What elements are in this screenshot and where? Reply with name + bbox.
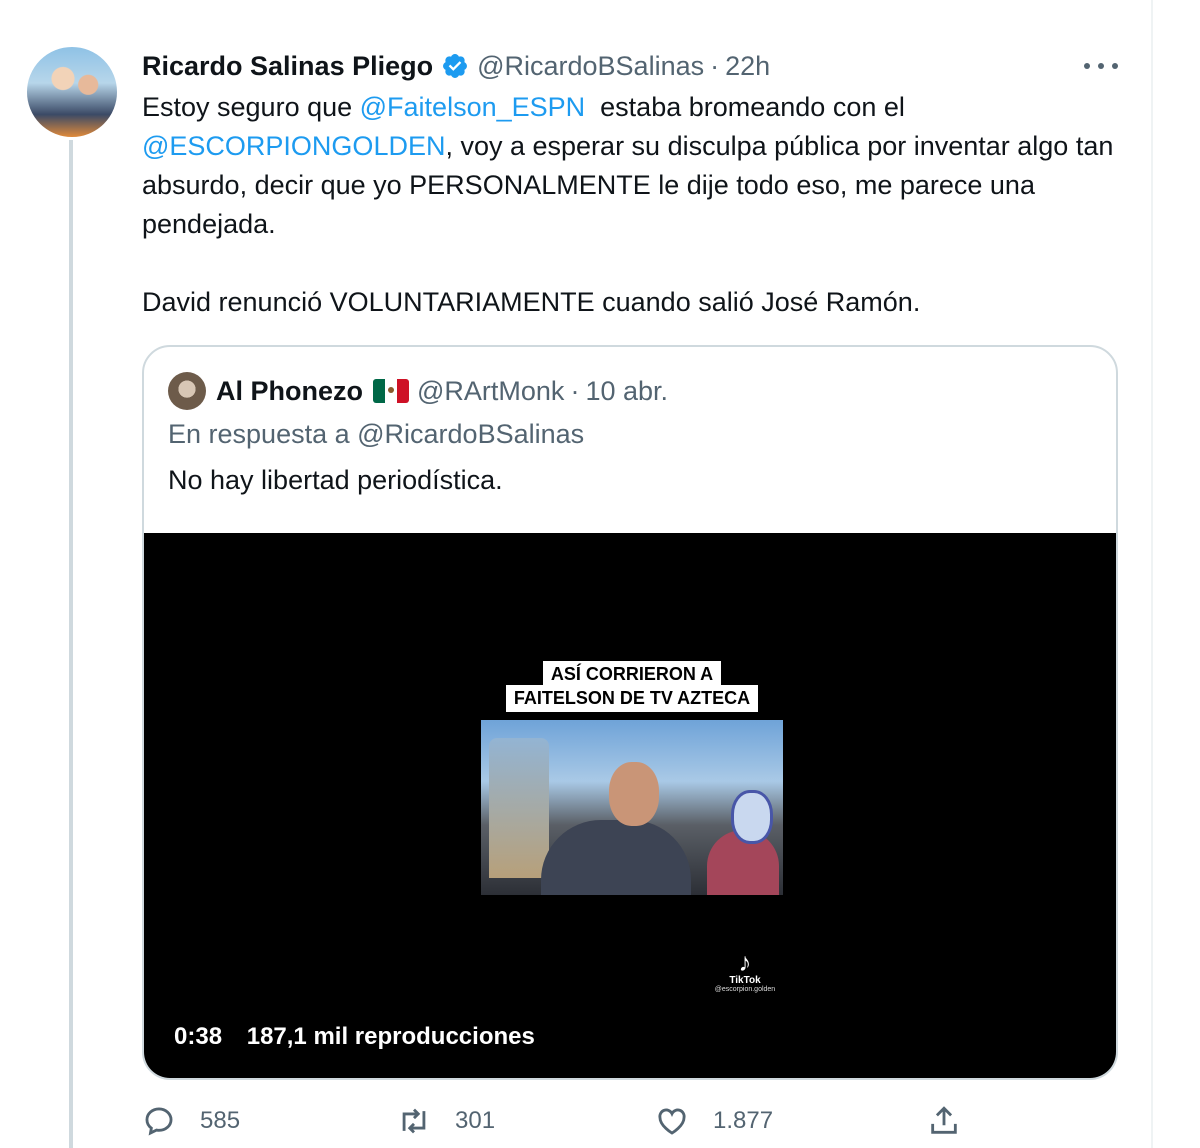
author-avatar[interactable] bbox=[24, 44, 120, 140]
video-frame bbox=[481, 720, 783, 895]
timeline-border bbox=[1151, 0, 1153, 1148]
author-handle[interactable]: @RicardoBSalinas bbox=[477, 51, 704, 82]
video-views: 187,1 mil reproducciones bbox=[246, 1023, 535, 1050]
share-icon bbox=[931, 1106, 957, 1134]
tiktok-watermark: ♪ TikTok @escorpion.golden bbox=[709, 949, 781, 993]
video-stats: 0:38 187,1 mil reproducciones bbox=[174, 1023, 535, 1051]
tweet-header: Ricardo Salinas Pliego @RicardoBSalinas … bbox=[142, 46, 770, 86]
retweet-count: 301 bbox=[455, 1107, 496, 1134]
separator-dot: · bbox=[570, 375, 580, 406]
quoted-time[interactable]: 10 abr. bbox=[585, 376, 668, 407]
quoted-header: Al Phonezo @RArtMonk · 10 abr. bbox=[168, 371, 668, 411]
quoted-author-name[interactable]: Al Phonezo bbox=[216, 376, 363, 407]
quoted-tweet[interactable]: Al Phonezo @RArtMonk · 10 abr. En respue… bbox=[142, 345, 1118, 1080]
thread-line bbox=[69, 140, 73, 1148]
video-player[interactable]: ASÍ CORRIERON A FAITELSON DE TV AZTECA ♪… bbox=[144, 533, 1116, 1078]
retweet-button[interactable]: 301 bbox=[397, 1104, 495, 1138]
verified-badge-icon bbox=[443, 54, 468, 78]
mention-link[interactable]: @Faitelson_ESPN bbox=[360, 92, 586, 122]
quoted-handle[interactable]: @RArtMonk bbox=[417, 376, 564, 407]
mexico-flag-icon bbox=[373, 379, 409, 403]
like-count: 1.877 bbox=[713, 1107, 774, 1134]
share-button[interactable] bbox=[927, 1104, 985, 1138]
reply-count: 585 bbox=[200, 1107, 241, 1134]
like-button[interactable]: 1.877 bbox=[655, 1104, 773, 1138]
more-options-icon[interactable] bbox=[1084, 52, 1118, 80]
mention-link[interactable]: @ESCORPIONGOLDEN bbox=[142, 131, 445, 161]
separator-dot: · bbox=[710, 50, 720, 81]
tweet-time[interactable]: 22h bbox=[725, 51, 770, 82]
heart-icon bbox=[658, 1108, 686, 1135]
video-caption-line: ASÍ CORRIERON A bbox=[144, 661, 1116, 688]
video-caption-line: FAITELSON DE TV AZTECA bbox=[144, 685, 1116, 712]
reply-to-label: En respuesta a @RicardoBSalinas bbox=[168, 419, 585, 449]
video-duration: 0:38 bbox=[174, 1023, 223, 1050]
retweet-icon bbox=[402, 1108, 426, 1134]
tweet-actions: 585 301 1.877 bbox=[142, 1104, 1132, 1146]
quoted-avatar[interactable] bbox=[168, 372, 206, 410]
tiktok-icon: ♪ bbox=[738, 947, 752, 977]
author-name[interactable]: Ricardo Salinas Pliego bbox=[142, 51, 433, 82]
reply-button[interactable]: 585 bbox=[142, 1104, 240, 1138]
tweet-text: Estoy seguro que @Faitelson_ESPN estaba … bbox=[142, 92, 1114, 317]
quoted-text: No hay libertad periodística. bbox=[168, 465, 503, 495]
reply-icon bbox=[145, 1107, 173, 1136]
